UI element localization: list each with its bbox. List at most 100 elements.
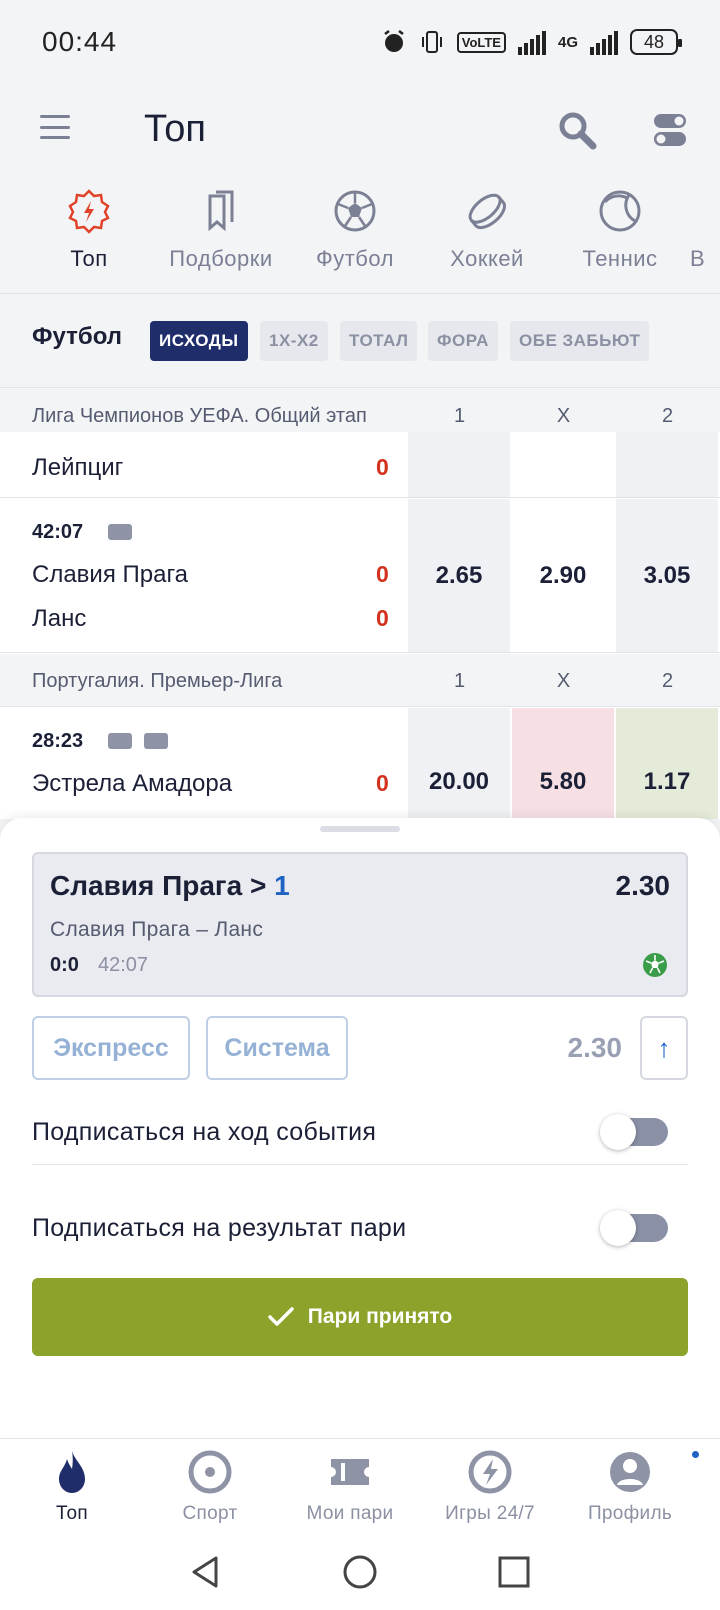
tennis-ball-icon: [599, 190, 641, 232]
team-away: Ланс: [32, 605, 87, 632]
tab-tennis[interactable]: Теннис: [555, 184, 685, 272]
match-time: 28:23: [32, 730, 84, 752]
league-header[interactable]: Португалия. Премьер-Лига 1 X 2: [0, 654, 720, 707]
alarm-icon: [383, 30, 404, 52]
col-head-x: X: [556, 670, 571, 692]
match-row[interactable]: 2.65 2.90 3.05 42:07 Славия Прага 0 Ланс…: [0, 499, 720, 653]
signal-icon: [517, 29, 546, 55]
target-icon: [188, 1450, 232, 1494]
bet-selection-team: Славия Прага: [50, 870, 243, 901]
match-row[interactable]: Лейпциг 0: [0, 432, 720, 498]
status-icons: VoLTE 4G 48: [381, 29, 682, 55]
bet-accepted-button[interactable]: Пари принято: [32, 1278, 688, 1356]
ticket-icon: [108, 524, 132, 540]
vibrate-icon: [421, 31, 442, 53]
bet-coefficient: 2.30: [615, 870, 671, 901]
col-head-x: X: [556, 405, 571, 427]
col-head-2: 2: [661, 670, 674, 692]
subscribe-result-label: Подписаться на результат пари: [32, 1214, 407, 1242]
col-head-1: 1: [453, 405, 466, 427]
sheet-drag-handle[interactable]: [320, 826, 400, 832]
odds-cell-x[interactable]: 5.80: [512, 708, 614, 819]
chip-double-chance[interactable]: 1Х-Х2: [260, 321, 328, 361]
chip-outcomes[interactable]: ИСХОДЫ: [150, 321, 248, 361]
bottom-nav: Топ Спорт Мои пари Игры 24/7 Профиль: [0, 1438, 720, 1538]
nav-profile[interactable]: Профиль: [558, 1449, 702, 1525]
odds-cell-2[interactable]: [616, 432, 718, 497]
system-button[interactable]: Система: [206, 1016, 348, 1080]
toggle-settings-icon[interactable]: [652, 110, 688, 150]
network-type: 4G: [557, 33, 578, 51]
odds-cell-2[interactable]: 1.17: [616, 708, 718, 819]
nav-label: Профиль: [587, 1503, 673, 1524]
tab-more[interactable]: В: [690, 184, 720, 272]
back-icon[interactable]: [186, 1552, 226, 1592]
lightning-badge-icon: [68, 189, 110, 234]
app-header: Топ: [0, 84, 720, 184]
soccer-ball-icon: [643, 953, 667, 977]
match-time: 42:07: [32, 521, 84, 543]
search-icon[interactable]: [555, 108, 599, 152]
ticket-icon: [331, 1459, 369, 1485]
odds-cell-1[interactable]: [408, 432, 510, 497]
battery-level: 48: [643, 31, 665, 52]
sport-tabs: Топ Подборки Футбол Хоккей Теннис В: [0, 184, 720, 294]
system-navigation: [0, 1538, 720, 1610]
tab-label: Теннис: [582, 246, 658, 271]
nav-sport[interactable]: Спорт: [138, 1449, 282, 1525]
odds-cell-x[interactable]: [512, 432, 614, 497]
market-bar: Футбол ИСХОДЫ 1Х-Х2 ТОТАЛ ФОРА ОБЕ ЗАБЬЮ…: [0, 295, 720, 388]
home-icon[interactable]: [340, 1552, 380, 1592]
tab-label: В: [690, 246, 706, 271]
subscribe-result-row[interactable]: Подписаться на результат пари: [32, 1182, 688, 1278]
tab-football[interactable]: Футбол: [290, 184, 420, 272]
page-title: Топ: [144, 108, 206, 150]
volte-badge: VoLTE: [456, 31, 506, 53]
chip-total[interactable]: ТОТАЛ: [340, 321, 418, 361]
battery-icon: 48: [630, 29, 682, 55]
arrow-up-icon[interactable]: ↑: [640, 1016, 688, 1080]
chip-both-score[interactable]: ОБЕ ЗАБЬЮТ: [510, 321, 650, 361]
bet-selection: Славия Прага > 1: [50, 870, 290, 902]
express-button[interactable]: Экспресс: [32, 1016, 190, 1080]
nav-top[interactable]: Топ: [0, 1449, 144, 1525]
recents-icon[interactable]: [494, 1552, 534, 1592]
tab-label: Футбол: [316, 246, 394, 271]
status-time: 00:44: [42, 26, 118, 57]
check-icon: [267, 1307, 294, 1326]
subscribe-event-row[interactable]: Подписаться на ход события: [32, 1086, 688, 1182]
team-home: Эстрела Амадора: [32, 770, 233, 797]
chip-handicap[interactable]: ФОРА: [428, 321, 498, 361]
nav-my-bets[interactable]: Мои пари: [278, 1449, 422, 1525]
market-sport-title: Футбол: [32, 323, 123, 350]
lightning-circle-icon: [468, 1450, 512, 1494]
events-list: Лига Чемпионов УЕФА. Общий этап 1 X 2 Ле…: [0, 389, 720, 819]
menu-icon[interactable]: [40, 112, 70, 142]
signal-icon-2: [590, 29, 618, 55]
subscribe-event-label: Подписаться на ход события: [32, 1118, 377, 1146]
bet-card[interactable]: Славия Прага > 1 2.30 Славия Прага – Лан…: [32, 852, 688, 997]
tab-collections[interactable]: Подборки: [156, 184, 286, 272]
status-bar: 00:44 VoLTE 4G 48: [0, 0, 720, 84]
tab-hockey[interactable]: Хоккей: [422, 184, 552, 272]
match-row[interactable]: 20.00 5.80 1.17 28:23 Эстрела Амадора 0: [0, 708, 720, 819]
odds-cell-1[interactable]: 2.65: [408, 499, 510, 652]
nav-label: Игры 24/7: [445, 1503, 535, 1524]
notification-dot: [692, 1451, 699, 1458]
nav-games[interactable]: Игры 24/7: [418, 1449, 562, 1525]
nav-label: Топ: [56, 1503, 88, 1524]
odds-cell-1[interactable]: 20.00: [408, 708, 510, 819]
odds-cell-x[interactable]: 2.90: [512, 499, 614, 652]
col-head-1: 1: [453, 670, 466, 692]
tab-top[interactable]: Топ: [24, 184, 154, 272]
bet-time: 42:07: [98, 954, 149, 976]
hockey-puck-icon: [468, 193, 507, 230]
odds-cell-2[interactable]: 3.05: [616, 499, 718, 652]
tab-label: Подборки: [169, 246, 273, 271]
team-home: Славия Прага: [32, 561, 189, 588]
subscribe-event-toggle[interactable]: [600, 1114, 668, 1150]
league-name: Португалия. Премьер-Лига: [32, 670, 283, 692]
col-head-2: 2: [661, 405, 674, 427]
nav-label: Спорт: [182, 1503, 238, 1524]
subscribe-result-toggle[interactable]: [600, 1210, 668, 1246]
